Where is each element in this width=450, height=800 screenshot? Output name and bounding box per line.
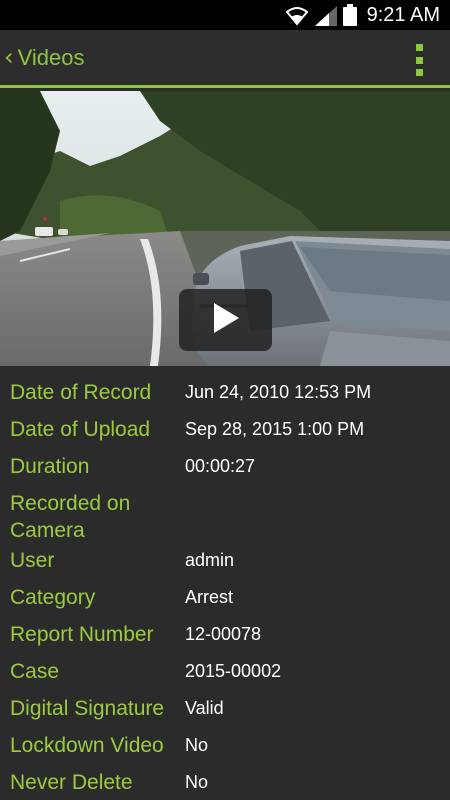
detail-value: No: [185, 772, 209, 792]
detail-value: Jun 24, 2010 12:53 PM: [185, 382, 372, 402]
detail-label: Duration: [10, 455, 90, 478]
detail-label: Digital Signature: [10, 697, 165, 720]
play-icon: [212, 302, 240, 338]
detail-value: Arrest: [185, 587, 234, 607]
back-label: Videos: [17, 44, 85, 70]
detail-label: User: [10, 549, 55, 572]
back-chevron-icon: ‹: [4, 42, 14, 71]
overflow-menu-button[interactable]: [416, 44, 424, 76]
detail-label: Never Delete: [10, 771, 133, 794]
detail-label: Date of Upload: [10, 418, 151, 441]
play-button[interactable]: [179, 289, 272, 351]
detail-value: 2015-00002: [185, 661, 282, 681]
detail-label: Report Number: [10, 623, 154, 646]
back-button[interactable]: ‹ Videos: [0, 30, 84, 85]
detail-value: 12-00078: [185, 624, 262, 644]
video-player[interactable]: [0, 91, 450, 366]
status-time: 9:21 AM: [366, 3, 440, 26]
video-details: Date of Record Jun 24, 2010 12:53 PM Dat…: [0, 366, 450, 800]
detail-value: Valid: [185, 698, 224, 718]
wifi-icon: [285, 4, 309, 26]
status-bar: 9:21 AM: [0, 0, 450, 30]
signal-icon: [314, 4, 337, 26]
detail-label: Category: [10, 586, 96, 609]
detail-value: 00:00:27: [185, 456, 256, 476]
detail-label: Lockdown Video: [10, 734, 164, 757]
overflow-menu-icon: [416, 44, 423, 51]
detail-label: Date of Record: [10, 381, 152, 404]
action-bar: ‹ Videos: [0, 30, 450, 88]
battery-icon: [342, 4, 357, 26]
detail-value: No: [185, 735, 209, 755]
detail-label: Case: [10, 660, 60, 683]
detail-label: Recorded on Camera: [10, 492, 131, 542]
detail-value: Sep 28, 2015 1:00 PM: [185, 419, 365, 439]
detail-value: admin: [185, 550, 235, 570]
